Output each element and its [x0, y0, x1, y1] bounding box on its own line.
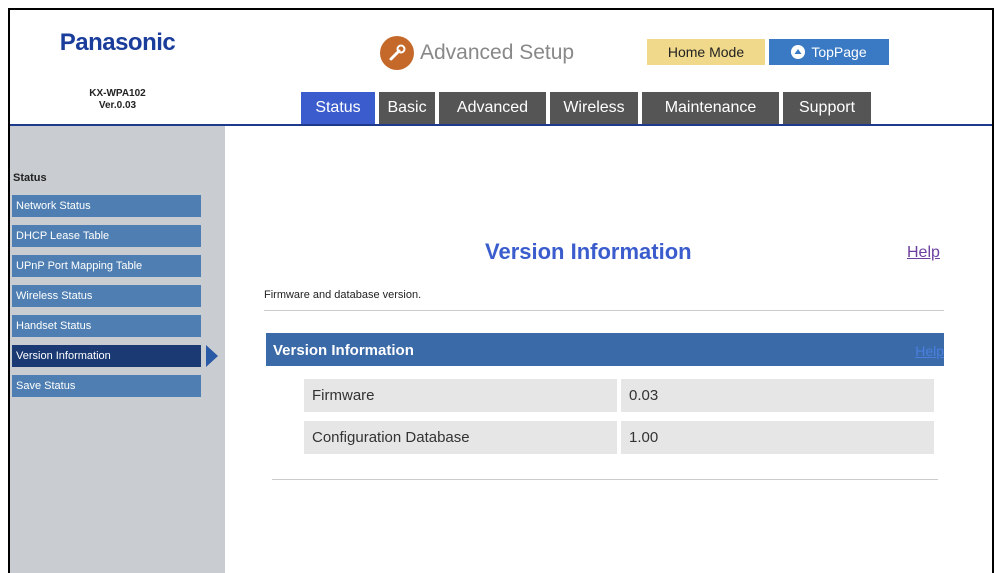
panel-help-link[interactable]: Help	[915, 343, 944, 359]
main-tabs: Status Basic Advanced Wireless Maintenan…	[301, 92, 875, 124]
divider	[272, 479, 938, 480]
tab-status[interactable]: Status	[301, 92, 375, 124]
divider	[264, 310, 944, 311]
tab-support[interactable]: Support	[783, 92, 871, 124]
active-item-arrow-icon	[206, 345, 218, 367]
page-title: Version Information	[485, 239, 692, 264]
home-mode-button[interactable]: Home Mode	[647, 39, 765, 65]
browser-frame: Panasonic KX-WPA102 Ver.0.03 Advanced Se…	[8, 8, 994, 573]
up-arrow-icon	[791, 45, 806, 59]
sidebar-item-wireless-status[interactable]: Wireless Status	[12, 285, 201, 307]
sidebar: Status Network Status DHCP Lease Table U…	[10, 126, 225, 573]
firmware-version-label: Ver.0.03	[98, 100, 137, 111]
sidebar-item-save-status[interactable]: Save Status	[12, 375, 201, 397]
config-database-label: Configuration Database	[304, 421, 617, 454]
header: Panasonic KX-WPA102 Ver.0.03 Advanced Se…	[10, 10, 992, 124]
tab-basic[interactable]: Basic	[379, 92, 435, 124]
sidebar-item-version-information[interactable]: Version Information	[12, 345, 201, 367]
toppage-button[interactable]: TopPage	[769, 39, 889, 65]
panel-title: Version Information	[273, 342, 414, 359]
sidebar-title: Status	[13, 172, 47, 184]
tab-advanced[interactable]: Advanced	[439, 92, 546, 124]
sidebar-item-network-status[interactable]: Network Status	[12, 195, 201, 217]
firmware-label: Firmware	[304, 379, 617, 412]
tab-maintenance[interactable]: Maintenance	[642, 92, 779, 124]
advanced-setup-heading: Advanced Setup	[380, 36, 574, 70]
page-description: Firmware and database version.	[264, 289, 422, 301]
sidebar-item-dhcp-lease-table[interactable]: DHCP Lease Table	[12, 225, 201, 247]
version-panel-header: Version Information Help	[266, 333, 944, 366]
model-name: KX-WPA102	[89, 88, 146, 99]
sidebar-item-upnp-port-mapping-table[interactable]: UPnP Port Mapping Table	[12, 255, 201, 277]
panasonic-logo: Panasonic	[59, 29, 176, 56]
config-database-value: 1.00	[621, 421, 934, 454]
advanced-setup-label: Advanced Setup	[420, 41, 575, 64]
tab-wireless[interactable]: Wireless	[550, 92, 638, 124]
help-link[interactable]: Help	[907, 244, 940, 262]
toppage-label: TopPage	[811, 44, 867, 60]
sidebar-item-handset-status[interactable]: Handset Status	[12, 315, 201, 337]
wrench-icon	[380, 36, 414, 70]
firmware-value: 0.03	[621, 379, 934, 412]
model-info: KX-WPA102 Ver.0.03	[30, 88, 205, 112]
